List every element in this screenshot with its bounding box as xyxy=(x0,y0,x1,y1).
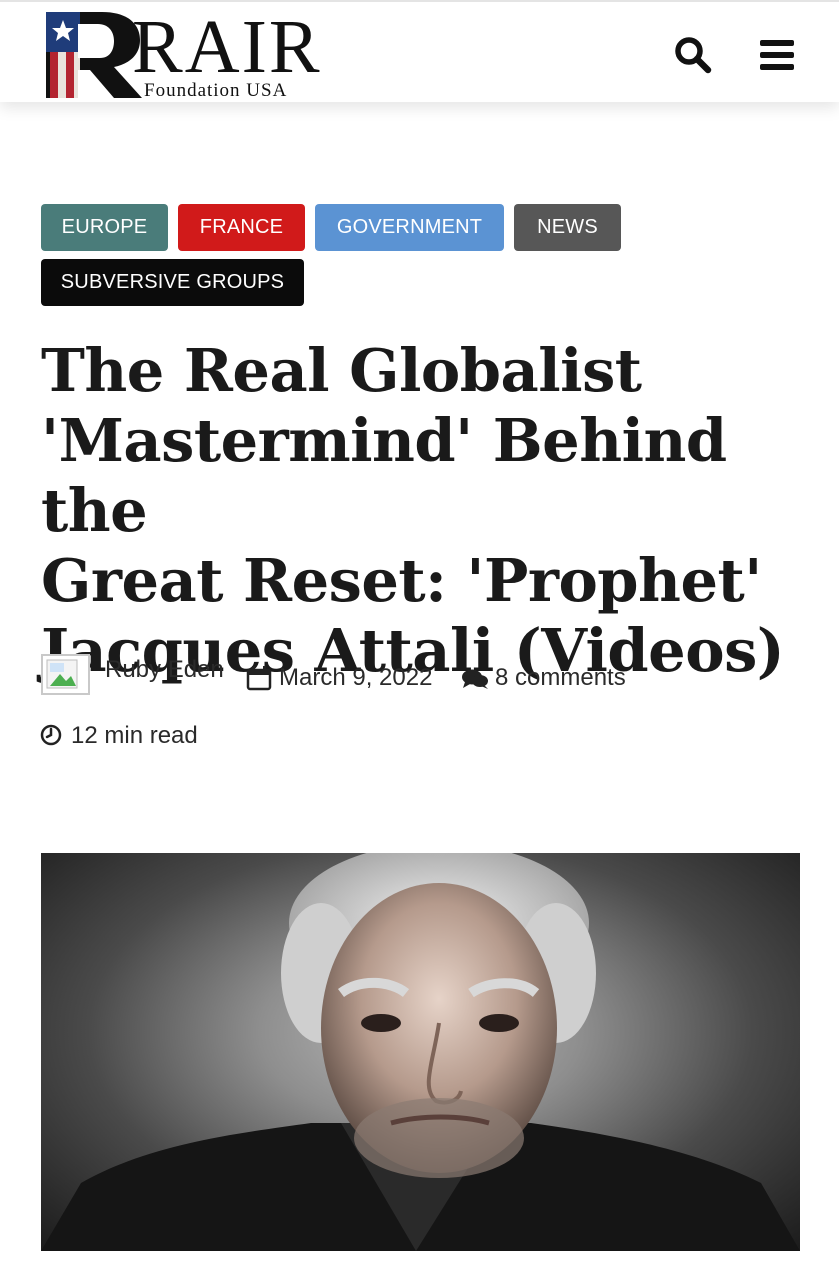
title-line: The Real Globalist xyxy=(41,336,642,405)
logo-wordmark: RAIR xyxy=(132,5,322,89)
tag-subversive-groups[interactable]: SUBVERSIVE GROUPS xyxy=(41,259,304,306)
calendar-icon xyxy=(246,666,272,691)
hamburger-menu-icon xyxy=(760,40,794,70)
rair-logo-mark xyxy=(46,12,142,98)
tag-government[interactable]: GOVERNMENT xyxy=(315,204,504,251)
author-name[interactable]: Ruby Eden xyxy=(105,656,224,684)
publish-date: March 9, 2022 xyxy=(279,664,433,691)
featured-image xyxy=(41,853,800,1251)
site-header: RAIR Foundation USA xyxy=(0,0,839,102)
search-button[interactable] xyxy=(674,36,712,74)
portrait-photo xyxy=(41,853,800,1251)
tag-news[interactable]: NEWS xyxy=(514,204,621,251)
clock-icon xyxy=(40,724,62,746)
tag-france[interactable]: FRANCE xyxy=(178,204,305,251)
broken-image-icon xyxy=(46,659,78,689)
search-icon xyxy=(675,37,712,74)
comments-link[interactable]: 8 comments xyxy=(495,664,626,692)
site-logo[interactable]: RAIR Foundation USA xyxy=(44,5,320,102)
logo-subtitle: Foundation USA xyxy=(144,80,288,101)
tag-europe[interactable]: EUROPE xyxy=(41,204,168,251)
menu-button[interactable] xyxy=(758,36,796,74)
title-line: 'Mastermind' Behind the xyxy=(41,406,727,545)
article-title: The Real Globalist 'Mastermind' Behind t… xyxy=(41,336,811,686)
read-time: 12 min read xyxy=(71,722,198,749)
author-avatar[interactable] xyxy=(41,654,90,695)
title-line: Great Reset: 'Prophet' xyxy=(41,546,762,615)
comments-icon xyxy=(462,669,488,689)
